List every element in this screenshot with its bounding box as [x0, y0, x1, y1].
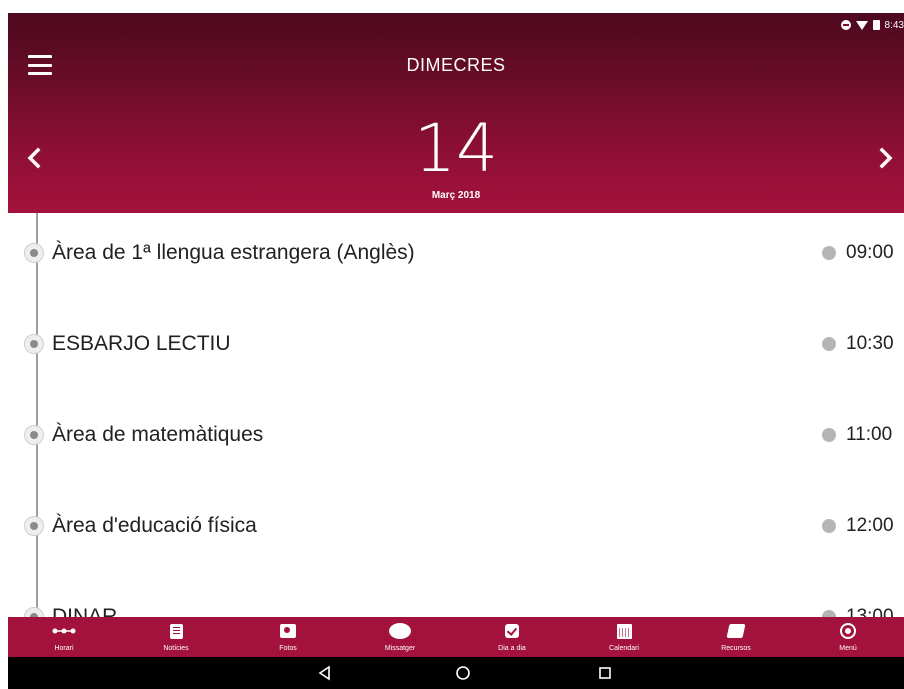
nav-calendari[interactable]: Calendari	[568, 617, 680, 657]
home-circle-icon	[456, 666, 470, 680]
recents-button[interactable]	[590, 657, 620, 689]
timeline-dot-icon	[24, 334, 44, 354]
start-time: 09:00	[846, 242, 894, 263]
subject-name: Àrea de 1ª llengua estrangera (Anglès)	[52, 241, 415, 264]
timeline-dot-icon	[24, 243, 44, 263]
schedule-item[interactable]: ESBARJO LECTIU 10:30	[8, 314, 904, 374]
clock-icon	[822, 337, 836, 351]
check-icon	[505, 624, 519, 638]
home-button[interactable]	[448, 657, 478, 689]
left-edge	[0, 0, 8, 689]
do-not-disturb-icon	[840, 20, 851, 30]
resources-icon	[726, 624, 746, 638]
timeline-dot-icon	[24, 516, 44, 536]
next-day-button[interactable]	[876, 143, 896, 173]
clock-icon	[822, 428, 836, 442]
back-triangle-icon	[318, 665, 330, 681]
recents-square-icon	[599, 667, 611, 679]
subject-name: DINAR	[52, 605, 118, 617]
back-button[interactable]	[310, 657, 340, 689]
nav-label: Calendari	[609, 645, 639, 652]
bottom-navigation: Horari Notícies Fotos Missatger Dia a di…	[8, 617, 904, 657]
nav-recursos[interactable]: Recursos	[680, 617, 792, 657]
nav-label: Notícies	[163, 645, 189, 652]
clock-icon	[822, 246, 836, 260]
schedule-item[interactable]: DINAR 13:00	[8, 587, 904, 617]
start-time: 10:30	[846, 333, 894, 354]
schedule-item[interactable]: Àrea de 1ª llengua estrangera (Anglès) 0…	[8, 223, 904, 283]
nav-fotos[interactable]: Fotos	[232, 617, 344, 657]
start-time: 11:00	[846, 424, 893, 445]
nav-label: Menú	[839, 645, 857, 652]
timeline-icon	[52, 628, 76, 634]
subject-name: Àrea de matemàtiques	[52, 423, 264, 446]
clock-icon	[822, 519, 836, 533]
status-bar: 8:43	[840, 17, 904, 33]
schedule-list: Àrea de 1ª llengua estrangera (Anglès) 0…	[8, 213, 904, 617]
start-time: 12:00	[846, 515, 894, 536]
nav-horari[interactable]: Horari	[8, 617, 120, 657]
start-time: 13:00	[846, 606, 894, 617]
schedule-item[interactable]: Àrea d'educació física 12:00	[8, 496, 904, 556]
battery-icon	[872, 20, 880, 30]
calendar-icon	[616, 623, 632, 639]
schedule-item[interactable]: Àrea de matemàtiques 11:00	[8, 405, 904, 465]
clock-icon	[822, 610, 836, 617]
subject-name: ESBARJO LECTIU	[52, 332, 231, 355]
nav-label: Horari	[54, 645, 74, 652]
nav-label: Fotos	[279, 645, 297, 652]
nav-label: Recursos	[721, 645, 751, 652]
chat-icon	[389, 623, 411, 639]
nav-dia-a-dia[interactable]: Dia a dia	[456, 617, 568, 657]
subject-name: Àrea d'educació física	[52, 514, 257, 537]
month-year: Març 2018	[431, 190, 481, 201]
dish-icon	[840, 623, 856, 639]
nav-label: Missatger	[384, 645, 416, 652]
timeline-dot-icon	[24, 607, 44, 617]
nav-noticies[interactable]: Notícies	[120, 617, 232, 657]
date-header: 8:43 DIMECRES 14 Març 2018	[8, 13, 904, 213]
nav-menu[interactable]: Menú	[792, 617, 904, 657]
chevron-right-icon	[879, 147, 893, 169]
wifi-icon	[855, 20, 868, 30]
nav-missatger[interactable]: Missatger	[344, 617, 456, 657]
news-icon	[169, 623, 183, 639]
day-name: DIMECRES	[406, 55, 506, 75]
timeline-dot-icon	[24, 425, 44, 445]
nav-label: Dia a dia	[498, 645, 526, 652]
status-time: 8:43	[884, 19, 904, 31]
day-number: 14	[414, 110, 498, 187]
photos-icon	[280, 624, 296, 638]
system-navigation-bar	[8, 657, 904, 689]
